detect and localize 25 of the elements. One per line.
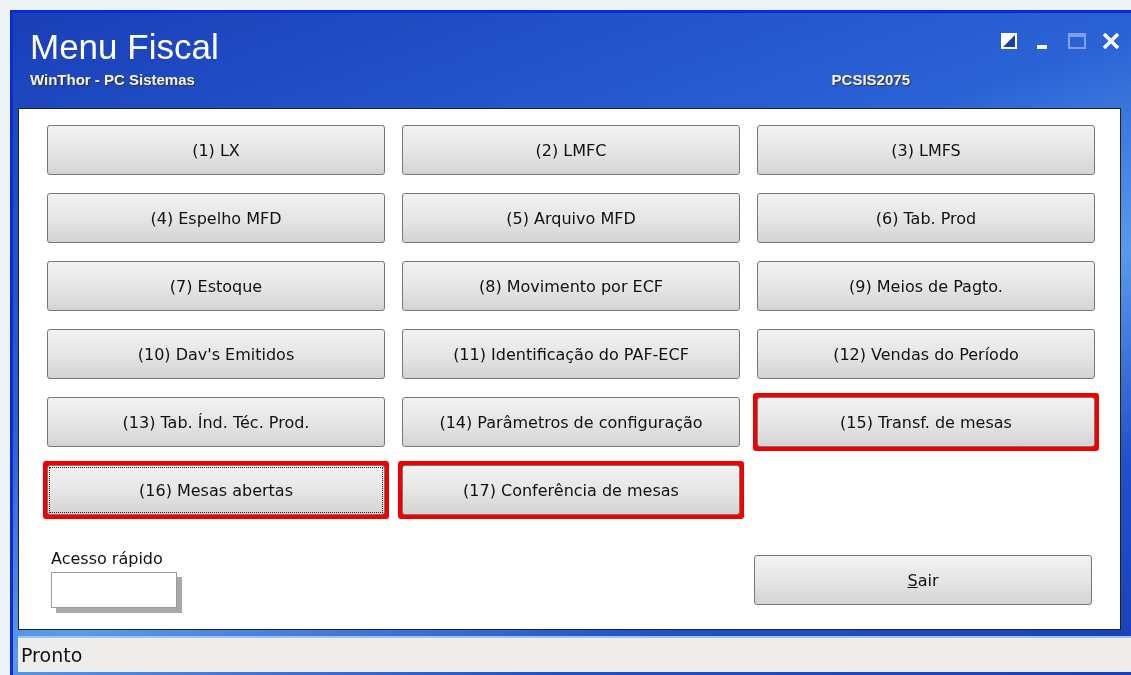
- menu-button[interactable]: (9) Meios de Pagto.: [757, 261, 1095, 311]
- menu-button[interactable]: (11) Identificação do PAF-ECF: [402, 329, 740, 379]
- quick-access-label: Acesso rápido: [51, 549, 164, 568]
- window-subtitle: WinThor - PC Sistemas: [30, 71, 195, 88]
- menu-button[interactable]: (10) Dav's Emitidos: [47, 329, 385, 379]
- menu-button[interactable]: (15) Transf. de mesas: [757, 397, 1095, 447]
- restore-icon[interactable]: [999, 31, 1019, 51]
- close-icon[interactable]: [1101, 31, 1121, 51]
- menu-button[interactable]: (1) LX: [47, 125, 385, 175]
- menu-button[interactable]: (8) Movimento por ECF: [402, 261, 740, 311]
- menu-button[interactable]: (17) Conferência de mesas: [402, 465, 740, 515]
- menu-button[interactable]: (7) Estoque: [47, 261, 385, 311]
- window-title: Menu Fiscal: [30, 27, 220, 67]
- menu-button[interactable]: (13) Tab. Índ. Téc. Prod.: [47, 397, 385, 447]
- menu-button[interactable]: (3) LMFS: [757, 125, 1095, 175]
- exit-button[interactable]: Sair: [754, 555, 1092, 605]
- menu-button[interactable]: (4) Espelho MFD: [47, 193, 385, 243]
- menu-button[interactable]: (14) Parâmetros de configuração: [402, 397, 740, 447]
- program-code: PCSIS2075: [831, 71, 910, 88]
- menu-button[interactable]: (5) Arquivo MFD: [402, 193, 740, 243]
- menu-button[interactable]: (6) Tab. Prod: [757, 193, 1095, 243]
- status-text: Pronto: [20, 644, 83, 666]
- menu-button[interactable]: (16) Mesas abertas: [47, 465, 385, 515]
- menu-button[interactable]: (12) Vendas do Período: [757, 329, 1095, 379]
- menu-button[interactable]: (2) LMFC: [402, 125, 740, 175]
